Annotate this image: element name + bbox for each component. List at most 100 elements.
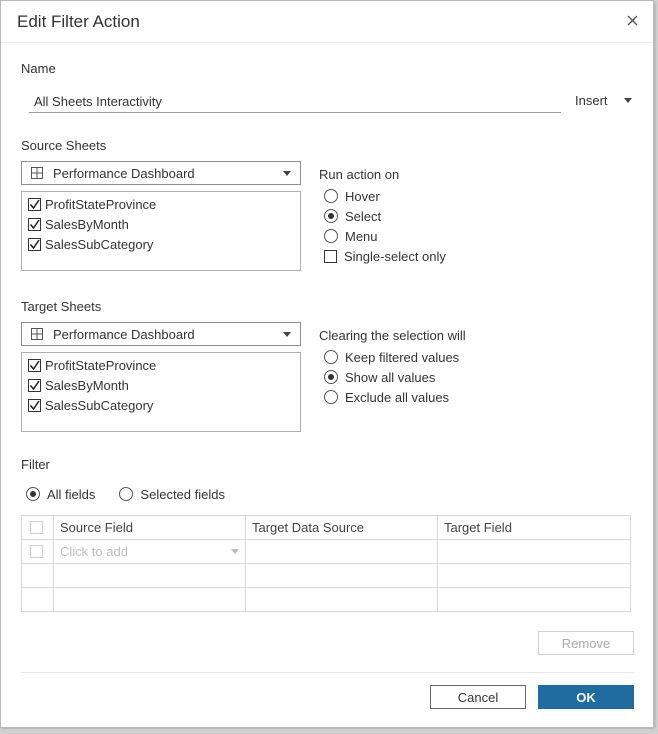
- checkbox-icon: [324, 249, 337, 263]
- source-sheets-list: ProfitStateProvince SalesByMonth SalesSu…: [21, 191, 301, 271]
- target-data-source-cell: [245, 539, 438, 564]
- exclude-all-values-radio[interactable]: Exclude all values: [324, 387, 459, 407]
- close-icon: [627, 15, 637, 25]
- target-dashboard-select[interactable]: Performance Dashboard: [21, 322, 301, 346]
- run-action-option-label: Select: [345, 208, 382, 224]
- radio-icon: [324, 229, 338, 243]
- radio-selected-icon: [324, 370, 338, 384]
- chevron-down-icon: [623, 98, 632, 103]
- checkbox-checked-icon: [28, 358, 41, 372]
- cancel-button[interactable]: Cancel: [430, 685, 526, 709]
- table-cell: [437, 563, 631, 588]
- ok-button[interactable]: OK: [538, 685, 634, 709]
- dashboard-grid-icon: [31, 328, 43, 340]
- keep-filtered-values-radio[interactable]: Keep filtered values: [324, 347, 459, 367]
- target-sheet-item[interactable]: ProfitStateProvince: [22, 355, 300, 375]
- close-button[interactable]: [623, 11, 641, 29]
- source-sheet-item[interactable]: SalesByMonth: [22, 214, 300, 234]
- run-action-options: Hover Select Menu Single-select only: [324, 186, 446, 266]
- show-all-values-radio[interactable]: Show all values: [324, 367, 459, 387]
- radio-selected-icon: [324, 209, 338, 223]
- source-sheet-item[interactable]: ProfitStateProvince: [22, 194, 300, 214]
- column-header-target-field: Target Field: [437, 515, 631, 540]
- filter-label: Filter: [21, 457, 50, 472]
- name-input[interactable]: [29, 90, 561, 113]
- remove-button[interactable]: Remove: [538, 631, 634, 655]
- checkbox-icon: [30, 521, 43, 534]
- target-sheet-item[interactable]: SalesSubCategory: [22, 395, 300, 415]
- dialog-title: Edit Filter Action: [17, 12, 140, 31]
- radio-icon: [119, 487, 134, 501]
- all-fields-radio[interactable]: All fields: [26, 484, 95, 504]
- field-mapping-table: Source Field Target Data Source Target F…: [21, 515, 631, 612]
- run-action-select[interactable]: Select: [324, 206, 446, 226]
- table-cell: [53, 587, 246, 612]
- radio-icon: [324, 189, 338, 203]
- run-action-option-label: Hover: [345, 188, 380, 204]
- source-dashboard-value: Performance Dashboard: [53, 165, 195, 181]
- title-bar: Edit Filter Action: [1, 1, 653, 43]
- target-dashboard-value: Performance Dashboard: [53, 326, 195, 342]
- source-sheets-label: Source Sheets: [21, 138, 107, 153]
- dashboard-grid-icon: [31, 167, 43, 179]
- run-action-hover[interactable]: Hover: [324, 186, 446, 206]
- click-to-add-placeholder: Click to add: [60, 544, 128, 559]
- target-sheet-item[interactable]: SalesByMonth: [22, 375, 300, 395]
- clearing-option-label: Exclude all values: [345, 389, 450, 405]
- selected-fields-label: Selected fields: [140, 486, 225, 502]
- target-sheets-list: ProfitStateProvince SalesByMonth SalesSu…: [21, 352, 301, 432]
- checkbox-checked-icon: [28, 237, 41, 251]
- source-sheet-label: SalesByMonth: [45, 216, 129, 232]
- clearing-option-label: Keep filtered values: [345, 349, 460, 365]
- column-header-source-field: Source Field: [53, 515, 246, 540]
- checkbox-checked-icon: [28, 197, 41, 211]
- chevron-down-icon: [283, 170, 291, 176]
- table-row: [21, 563, 631, 588]
- checkbox-checked-icon: [28, 378, 41, 392]
- edit-filter-action-dialog: Edit Filter Action Name Insert Source Sh…: [0, 0, 654, 728]
- source-sheet-item[interactable]: SalesSubCategory: [22, 234, 300, 254]
- clearing-selection-label: Clearing the selection will: [319, 328, 466, 343]
- row-select-cell[interactable]: [21, 539, 54, 564]
- source-sheet-label: SalesSubCategory: [45, 236, 154, 252]
- clearing-options: Keep filtered values Show all values Exc…: [324, 347, 459, 407]
- table-cell: [21, 563, 54, 588]
- source-dashboard-select[interactable]: Performance Dashboard: [21, 161, 301, 185]
- source-sheet-label: ProfitStateProvince: [45, 196, 157, 212]
- background-window-strip: [0, 729, 658, 734]
- footer-divider: [21, 672, 634, 673]
- single-select-only-checkbox[interactable]: Single-select only: [324, 246, 446, 266]
- insert-label: Insert: [575, 93, 608, 108]
- target-sheets-label: Target Sheets: [21, 299, 102, 314]
- table-cell: [245, 563, 438, 588]
- target-sheet-label: SalesByMonth: [45, 377, 129, 393]
- all-fields-label: All fields: [47, 486, 96, 502]
- chevron-down-icon: [283, 331, 291, 337]
- checkbox-checked-icon: [28, 217, 41, 231]
- target-sheet-label: ProfitStateProvince: [45, 357, 157, 373]
- checkbox-icon: [30, 545, 43, 558]
- run-action-menu[interactable]: Menu: [324, 226, 446, 246]
- radio-icon: [324, 390, 338, 404]
- table-header-row: Source Field Target Data Source Target F…: [21, 515, 631, 540]
- select-all-cell[interactable]: [21, 515, 54, 540]
- table-row: Click to add: [21, 539, 631, 564]
- name-label: Name: [21, 61, 56, 76]
- table-cell: [53, 563, 246, 588]
- checkbox-checked-icon: [28, 398, 41, 412]
- table-cell: [245, 587, 438, 612]
- run-action-label: Run action on: [319, 167, 400, 182]
- source-field-cell[interactable]: Click to add: [53, 539, 246, 564]
- table-cell: [437, 587, 631, 612]
- target-sheet-label: SalesSubCategory: [45, 397, 154, 413]
- table-cell: [21, 587, 54, 612]
- table-row: [21, 587, 631, 612]
- run-action-option-label: Menu: [345, 228, 378, 244]
- filter-field-options: All fields Selected fields: [26, 484, 225, 504]
- insert-dropdown[interactable]: Insert: [575, 93, 632, 108]
- radio-icon: [324, 350, 338, 364]
- selected-fields-radio[interactable]: Selected fields: [119, 484, 225, 504]
- clearing-option-label: Show all values: [345, 369, 436, 385]
- single-select-only-label: Single-select only: [344, 248, 446, 264]
- chevron-down-icon: [231, 549, 239, 554]
